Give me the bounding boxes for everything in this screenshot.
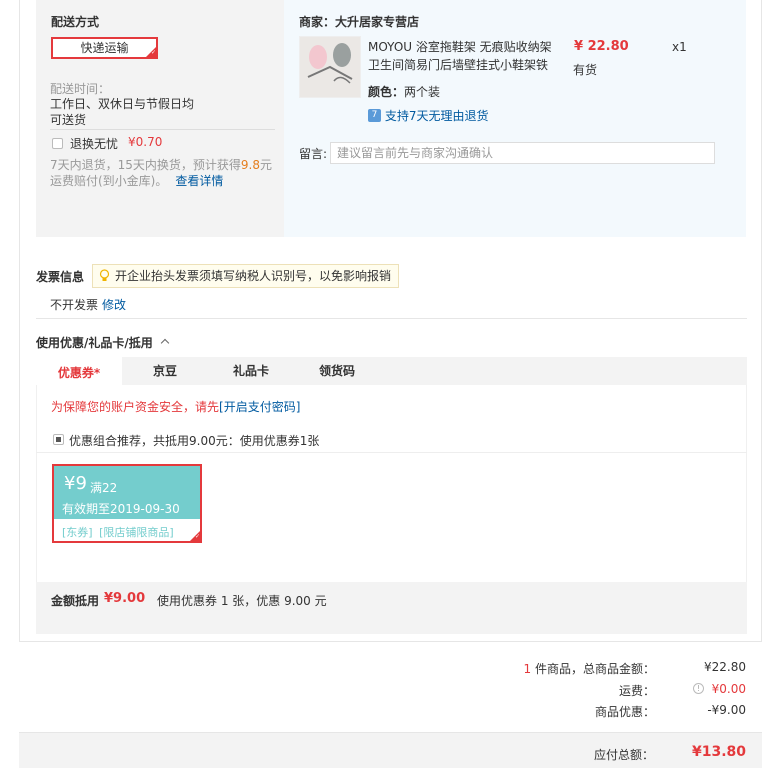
shipping-method-label: 快递运输 <box>80 41 129 55</box>
return-desc-text: 7天内退货，15天内换货，预计获得 <box>50 158 241 172</box>
tab-gift-card[interactable]: 礼品卡 <box>208 357 294 385</box>
invoice-title: 发票信息 <box>36 270 85 284</box>
discount-title[interactable]: 使用优惠/礼品卡/抵用 <box>36 334 170 351</box>
lightbulb-icon <box>99 269 110 281</box>
coupon-tags: [东券] [限店铺限商品] <box>62 524 174 540</box>
payable-label: 应付总额： <box>593 748 654 762</box>
coupon-condition: 满22 <box>90 481 118 495</box>
product-price: ¥ 22.80 <box>574 39 629 54</box>
merchant-label: 商家：大升居家专营店 <box>299 15 420 29</box>
coupon-validity: 有效期至2019-09-30 <box>62 502 180 516</box>
return-insurance-price: ¥0.70 <box>128 135 163 149</box>
discount-title-text: 使用优惠/礼品卡/抵用 <box>36 336 153 350</box>
shipping-method-button[interactable]: 快递运输 <box>51 37 158 59</box>
security-text: 为保障您的账户资金安全，请先 <box>51 400 220 414</box>
return-desc-unit: 元 <box>260 158 273 172</box>
security-notice: 为保障您的账户资金安全，请先[开启支付密码] <box>51 398 300 415</box>
divider <box>50 129 275 130</box>
enable-payment-password-link[interactable]: [开启支付密码] <box>219 400 300 414</box>
color-value: 两个装 <box>404 85 441 99</box>
product-discount-label: 商品优惠： <box>594 705 655 719</box>
return-insurance-desc: 7天内退货，15天内换货，预计获得9.8元 <box>50 156 272 173</box>
note-label: 留言: <box>299 147 328 161</box>
divider <box>36 318 747 319</box>
return-insurance-checkbox[interactable] <box>52 138 63 149</box>
coupon-header: ¥9 满22 有效期至2019-09-30 <box>54 466 200 519</box>
coupon-tag-dongquan: [东券] <box>62 526 93 539</box>
product-discount-amount: -¥9.00 <box>707 703 746 717</box>
goods-total-amount: ¥22.80 <box>704 660 746 674</box>
stock-status: 有货 <box>573 63 598 77</box>
discount-tabs: 优惠券* 京豆 礼品卡 领货码 <box>36 357 747 385</box>
summary-desc: 使用优惠券 1 张，优惠 9.00 元 <box>157 594 327 608</box>
return-desc-amount: 9.8 <box>240 158 260 172</box>
shipping-title: 配送方式 <box>51 15 100 29</box>
shipping-fee-amount: ¥0.00 <box>711 682 746 696</box>
product-color: 颜色：两个装 <box>368 83 440 100</box>
invoice-value: 不开发票 <box>50 298 99 312</box>
summary-amount: ¥9.00 <box>104 591 146 606</box>
goods-total-text: 件商品，总商品金额： <box>531 662 655 676</box>
product-name[interactable]: MOYOU 浴室拖鞋架 无痕贴收纳架 卫生间简易门后墙壁挂式小鞋架铁 <box>368 38 563 74</box>
product-quantity: x1 <box>672 40 687 54</box>
chevron-up-icon <box>160 338 170 348</box>
divider <box>36 452 747 453</box>
invoice-tip: 开企业抬头发票须填写纳税人识别号，以免影响报销 <box>92 264 399 288</box>
delivery-time-value-1: 工作日、双休日与节假日均 <box>50 97 195 111</box>
payable-amount: ¥13.80 <box>691 744 746 760</box>
tab-pickup-code[interactable]: 领货码 <box>294 357 380 385</box>
combo-recommend-checkbox[interactable] <box>53 434 64 445</box>
return-policy-icon: 7 <box>368 109 381 122</box>
color-label: 颜色： <box>368 85 405 99</box>
product-name-line-2: 卫生间简易门后墙壁挂式小鞋架铁 <box>368 58 549 72</box>
discount-summary: 金额抵用 ¥9.00 使用优惠券 1 张，优惠 9.00 元 <box>36 582 747 634</box>
return-insurance-label: 退换无忧 <box>70 137 119 151</box>
delivery-time-value-2: 可送货 <box>50 113 87 127</box>
note-input[interactable]: 建议留言前先与商家沟通确认 <box>330 142 715 164</box>
product-image[interactable] <box>299 36 361 98</box>
slipper-rack-icon <box>300 37 360 97</box>
tab-coupon[interactable]: 优惠券* <box>36 357 122 385</box>
return-insurance-desc-2: 运费赔付(到小金库)。 查看详情 <box>50 172 223 189</box>
summary-label: 金额抵用 <box>51 594 100 608</box>
invoice-modify-link[interactable]: 修改 <box>102 296 126 313</box>
coupon-tag-restricted: [限店铺限商品] <box>99 526 174 539</box>
shipping-fee-label: 运费： <box>618 684 655 698</box>
return-policy-text: 支持7天无理由退货 <box>384 109 489 123</box>
return-desc-2-text: 运费赔付(到小金库)。 <box>50 174 168 188</box>
payment-bar: 应付总额： ¥13.80 <box>19 732 762 768</box>
selected-check-icon <box>146 47 156 57</box>
tab-jd-beans[interactable]: 京豆 <box>122 357 208 385</box>
coupon-amount: ¥9 <box>64 473 87 494</box>
product-name-line-1: MOYOU 浴室拖鞋架 无痕贴收纳架 <box>368 40 552 54</box>
selected-check-icon <box>190 531 200 541</box>
return-policy: 7 支持7天无理由退货 <box>368 107 488 123</box>
view-details-link[interactable]: 查看详情 <box>175 174 223 188</box>
coupon-card[interactable]: ¥9 满22 有效期至2019-09-30 [东券] [限店铺限商品] <box>52 464 202 543</box>
goods-total-label: 1 件商品，总商品金额： <box>470 660 655 677</box>
invoice-tip-text: 开企业抬头发票须填写纳税人识别号，以免影响报销 <box>115 269 392 283</box>
combo-recommend-label: 优惠组合推荐，共抵用9.00元：使用优惠券1张 <box>69 434 320 448</box>
